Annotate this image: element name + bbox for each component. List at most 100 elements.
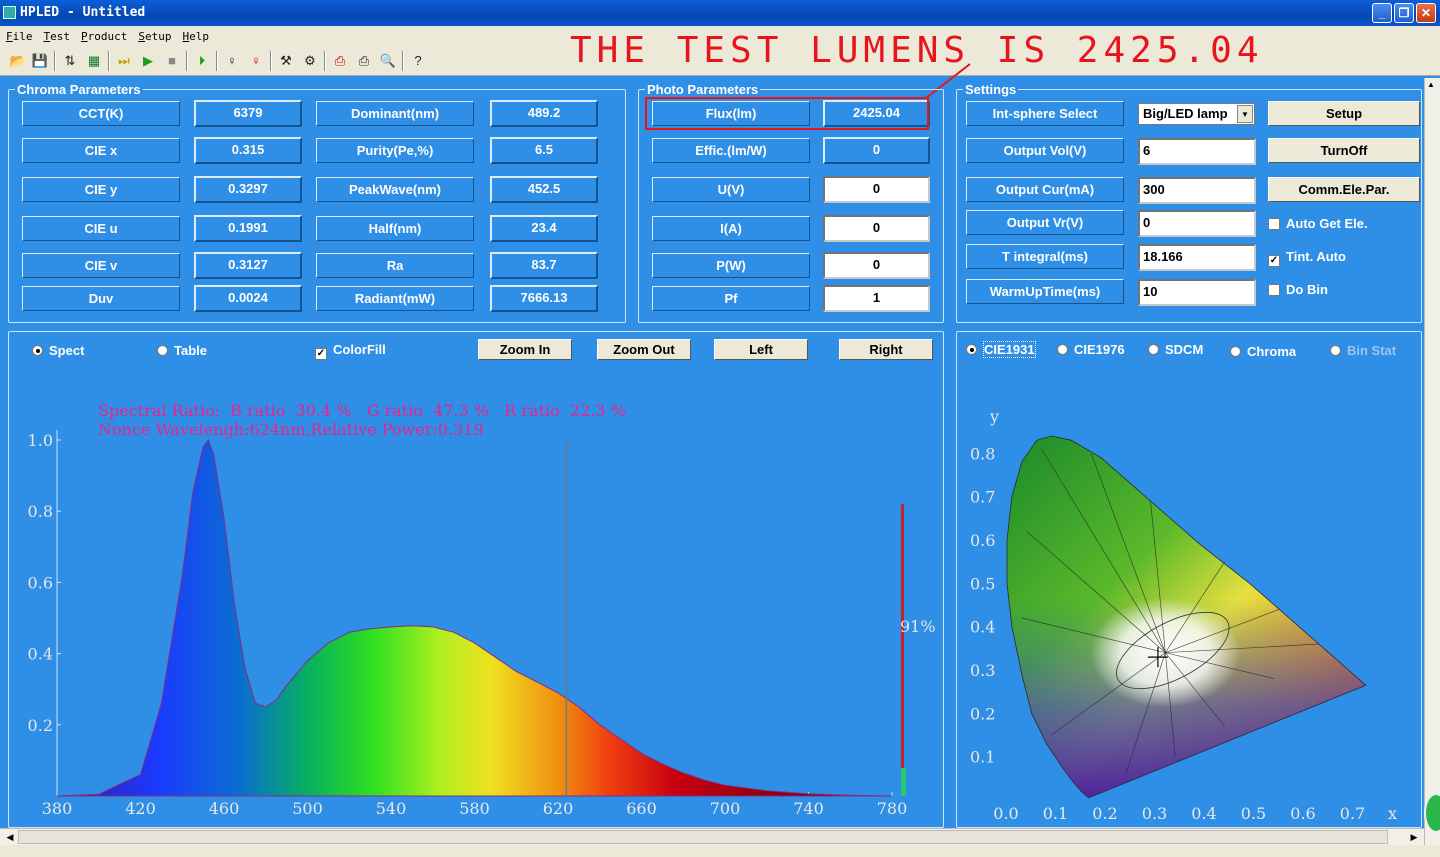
sdcm-radio[interactable]: SDCM xyxy=(1148,342,1203,357)
chevron-down-icon[interactable]: ▼ xyxy=(1237,105,1253,123)
y-tick-label: 1.0 xyxy=(28,431,53,450)
help-icon[interactable]: ? xyxy=(408,51,428,71)
int-sphere-select[interactable]: Big/LED lamp ▼ xyxy=(1138,103,1255,125)
setup-button[interactable]: Setup xyxy=(1268,101,1420,126)
photo-value-4[interactable]: 0 xyxy=(823,252,930,279)
bin-stat-label: Bin Stat xyxy=(1347,343,1397,358)
level-bar-green xyxy=(901,768,906,796)
import-icon[interactable]: ⇅ xyxy=(60,51,80,71)
title-bar: HPLED - Untitled _ ❐ ✕ xyxy=(0,0,1440,26)
radio-dot[interactable] xyxy=(1057,344,1068,355)
menu-setup[interactable]: Setup xyxy=(132,26,176,43)
turnoff-button[interactable]: TurnOff xyxy=(1268,138,1420,163)
flux-highlight-box xyxy=(645,97,929,130)
colorfill-checkbox[interactable]: ✓ ColorFill xyxy=(315,342,386,360)
restore-button[interactable]: ❐ xyxy=(1394,3,1414,23)
continuous-test-icon[interactable]: ⏵ xyxy=(192,51,212,71)
x-tick-label: 0.2 xyxy=(1092,804,1117,823)
window-title: HPLED - Untitled xyxy=(20,5,146,20)
settings-icon[interactable]: ⚙ xyxy=(300,51,320,71)
cie-chart: 0.0 0.1 0.2 0.3 0.4 0.5 0.6 0.7 x 0.8 0.7 0.6 0.5 0.4… xyxy=(970,407,1397,823)
check-icon[interactable]: ✓ xyxy=(315,348,327,360)
chroma-value2-5: 7666.13 xyxy=(490,285,598,312)
cie1976-radio[interactable]: CIE1976 xyxy=(1057,342,1125,357)
menu-help[interactable]: Help xyxy=(177,26,215,43)
t-integral-label: T integral(ms) xyxy=(966,244,1124,269)
comm-ele-par-button[interactable]: Comm.Ele.Par. xyxy=(1268,177,1420,202)
step-icon[interactable]: ⏭ xyxy=(114,51,134,71)
toolbar-separator xyxy=(324,51,326,71)
spectral-ratio-annotation: Spectral Ratio: B ratio 30.4 % G ratio 4… xyxy=(98,401,626,420)
radio-dot[interactable] xyxy=(1330,345,1341,356)
bulb-icon[interactable]: ♀ xyxy=(222,51,242,71)
output-vr-input[interactable]: 0 xyxy=(1138,210,1256,237)
print-preview-icon[interactable]: 🔍 xyxy=(378,51,398,71)
tint-auto-checkbox[interactable]: ✓ Tint. Auto xyxy=(1268,249,1346,267)
x-tick-label: 380 xyxy=(42,799,73,818)
output-vol-input[interactable]: 6 xyxy=(1138,138,1256,165)
y-tick-label: 0.6 xyxy=(970,531,995,550)
do-bin-label: Do Bin xyxy=(1286,282,1328,297)
y-axis-label: y xyxy=(989,407,999,426)
scroll-thumb[interactable] xyxy=(18,830,1388,844)
spect-radio[interactable]: Spect xyxy=(32,343,84,358)
menu-test[interactable]: Test xyxy=(38,26,76,43)
photo-value-5[interactable]: 1 xyxy=(823,285,930,312)
close-button[interactable]: ✕ xyxy=(1416,3,1436,23)
print-icon[interactable]: ⎙ xyxy=(354,51,374,71)
open-icon[interactable]: 📂 xyxy=(8,51,28,71)
right-button[interactable]: Right xyxy=(839,339,933,360)
x-tick-label: 0.1 xyxy=(1043,804,1068,823)
bulb-off-icon[interactable]: ♀ xyxy=(246,51,266,71)
scroll-up-icon[interactable]: ▲ xyxy=(1427,80,1435,89)
warmup-input[interactable]: 10 xyxy=(1138,279,1256,306)
cie1931-radio[interactable]: CIE1931 xyxy=(966,341,1036,358)
minimize-button[interactable]: _ xyxy=(1372,3,1392,23)
excel-icon[interactable]: ▦ xyxy=(84,51,104,71)
radio-dot[interactable] xyxy=(1230,346,1241,357)
y-tick-label: 0.2 xyxy=(28,716,53,735)
cie1976-label: CIE1976 xyxy=(1074,342,1125,357)
checkbox-box[interactable] xyxy=(1268,284,1280,296)
tools-icon[interactable]: ⚒ xyxy=(276,51,296,71)
y-tick-label: 0.3 xyxy=(970,661,995,680)
save-icon[interactable]: 💾 xyxy=(30,51,50,71)
stop-icon[interactable]: ■ xyxy=(162,51,182,71)
radio-dot[interactable] xyxy=(32,345,43,356)
vertical-scrollbar[interactable]: ▲ xyxy=(1424,78,1440,845)
auto-get-ele-checkbox[interactable]: Auto Get Ele. xyxy=(1268,216,1368,231)
zoom-in-button[interactable]: Zoom In xyxy=(478,339,572,360)
zoom-out-button[interactable]: Zoom Out xyxy=(597,339,691,360)
chroma-value2-0: 489.2 xyxy=(490,100,598,127)
output-cur-input[interactable]: 300 xyxy=(1138,177,1256,204)
pdf-icon[interactable]: ⎙ xyxy=(330,51,350,71)
radio-dot[interactable] xyxy=(966,344,977,355)
app-icon xyxy=(3,6,16,19)
menu-product[interactable]: Product xyxy=(75,26,132,43)
photo-value-2[interactable]: 0 xyxy=(823,176,930,203)
chroma-label-1: CIE x xyxy=(22,138,180,163)
radio-dot[interactable] xyxy=(1148,344,1159,355)
chroma-label2-2: PeakWave(nm) xyxy=(316,177,474,202)
chroma-radio[interactable]: Chroma xyxy=(1230,344,1296,359)
play-icon[interactable]: ▶ xyxy=(138,51,158,71)
do-bin-checkbox[interactable]: Do Bin xyxy=(1268,282,1328,297)
chroma-value2-3: 23.4 xyxy=(490,215,598,242)
radio-dot[interactable] xyxy=(157,345,168,356)
t-integral-input[interactable]: 18.166 xyxy=(1138,244,1256,271)
bin-stat-radio[interactable]: Bin Stat xyxy=(1330,343,1396,358)
output-vol-label: Output Vol(V) xyxy=(966,138,1124,163)
checkbox-box[interactable] xyxy=(1268,218,1280,230)
table-radio[interactable]: Table xyxy=(157,343,207,358)
horizontal-scrollbar[interactable]: ◀ ▶ xyxy=(0,828,1424,845)
photo-value-3[interactable]: 0 xyxy=(823,215,930,242)
scroll-left-icon[interactable]: ◀ xyxy=(2,830,18,845)
output-cur-label: Output Cur(mA) xyxy=(966,177,1124,202)
left-button[interactable]: Left xyxy=(714,339,808,360)
x-tick-label: 420 xyxy=(125,799,156,818)
scroll-right-icon[interactable]: ▶ xyxy=(1406,830,1422,845)
photo-label-4: P(W) xyxy=(652,253,810,278)
x-tick-label: 0.6 xyxy=(1290,804,1315,823)
menu-file[interactable]: File xyxy=(0,26,38,43)
check-icon[interactable]: ✓ xyxy=(1268,255,1280,267)
